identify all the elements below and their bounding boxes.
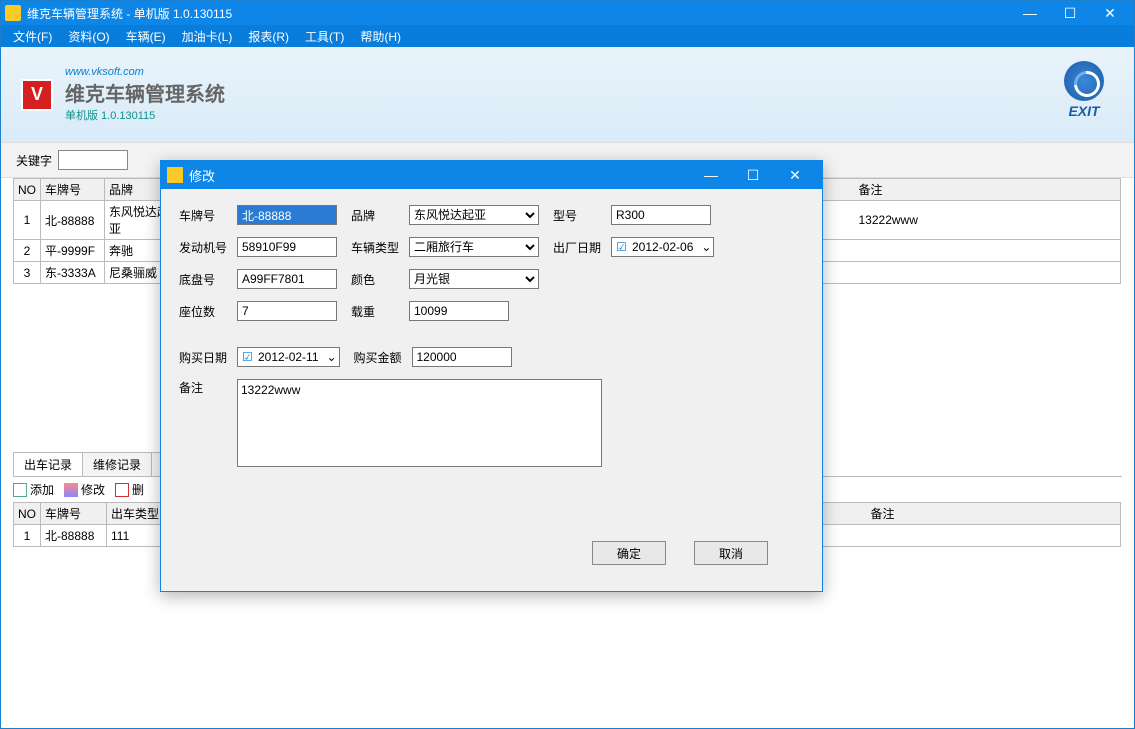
menu-help[interactable]: 帮助(H) [352, 26, 409, 47]
menubar: 文件(F) 资料(O) 车辆(E) 加油卡(L) 报表(R) 工具(T) 帮助(… [1, 25, 1134, 47]
window-title: 维克车辆管理系统 - 单机版 1.0.130115 [27, 5, 1010, 22]
label-vtype: 车辆类型 [351, 239, 409, 256]
close-button[interactable]: ✕ [1090, 1, 1130, 25]
label-mfgdate: 出厂日期 [553, 239, 611, 256]
brand-select[interactable]: 东风悦达起亚 [409, 205, 539, 225]
seats-input[interactable] [237, 301, 337, 321]
label-buyprice: 购买金额 [354, 349, 412, 366]
check-icon: ☑ [612, 240, 628, 254]
header-banner: V www.vksoft.com 维克车辆管理系统 单机版 1.0.130115… [1, 47, 1134, 142]
col-plate: 车牌号 [41, 179, 105, 201]
engine-input[interactable] [237, 237, 337, 257]
logo-icon: V [21, 79, 53, 111]
app-title: 维克车辆管理系统 [65, 78, 225, 107]
label-plate: 车牌号 [179, 207, 237, 224]
chassis-input[interactable] [237, 269, 337, 289]
menu-data[interactable]: 资料(O) [60, 26, 117, 47]
plate-input[interactable] [237, 205, 337, 225]
buydate-value: 2012-02-11 [254, 350, 323, 364]
minimize-button[interactable]: — [1010, 1, 1050, 25]
mfgdate-value: 2012-02-06 [628, 240, 697, 254]
exit-label: EXIT [1064, 103, 1104, 119]
dialog-titlebar: 修改 — ☐ ✕ [161, 161, 822, 189]
dialog-close-button[interactable]: ✕ [774, 161, 816, 189]
maximize-button[interactable]: ☐ [1050, 1, 1090, 25]
exit-button[interactable]: EXIT [1064, 61, 1104, 119]
delete-icon [115, 483, 129, 497]
label-model: 型号 [553, 207, 611, 224]
col-no: NO [14, 179, 41, 201]
label-color: 颜色 [351, 271, 409, 288]
keyword-input[interactable] [58, 150, 128, 170]
col-remark: 备注 [855, 179, 1121, 201]
color-select[interactable]: 月光银 [409, 269, 539, 289]
menu-file[interactable]: 文件(F) [5, 26, 60, 47]
exit-icon [1064, 61, 1104, 101]
dialog-minimize-button[interactable]: — [690, 161, 732, 189]
dialog-title: 修改 [189, 166, 690, 185]
dialog-icon [167, 167, 183, 183]
menu-fuelcard[interactable]: 加油卡(L) [174, 26, 241, 47]
label-buydate: 购买日期 [179, 349, 237, 366]
dialog-maximize-button[interactable]: ☐ [732, 161, 774, 189]
vtype-select[interactable]: 二厢旅行车 [409, 237, 539, 257]
col2-remark: 备注 [867, 503, 1121, 525]
tab-repair[interactable]: 维修记录 [82, 452, 152, 476]
edit-icon [64, 483, 78, 497]
tab-dispatch[interactable]: 出车记录 [13, 452, 83, 476]
label-remark: 备注 [179, 379, 237, 396]
buyprice-input[interactable] [412, 347, 512, 367]
remark-textarea[interactable] [237, 379, 602, 467]
mfgdate-picker[interactable]: ☑ 2012-02-06 ⌄ [611, 237, 714, 257]
label-brand: 品牌 [351, 207, 409, 224]
label-seats: 座位数 [179, 303, 237, 320]
vendor-url: www.vksoft.com [65, 66, 225, 78]
chevron-down-icon: ⌄ [697, 240, 713, 254]
menu-report[interactable]: 报表(R) [240, 26, 297, 47]
add-icon [13, 483, 27, 497]
label-load: 载重 [351, 303, 409, 320]
edit-dialog: 修改 — ☐ ✕ 车牌号 品牌 东风悦达起亚 型号 发动机号 车辆类型 二厢旅行… [160, 160, 823, 592]
delete-button[interactable]: 删 [115, 481, 144, 498]
main-titlebar: 维克车辆管理系统 - 单机版 1.0.130115 — ☐ ✕ [1, 1, 1134, 25]
edit-button[interactable]: 修改 [64, 481, 105, 498]
load-input[interactable] [409, 301, 509, 321]
buydate-picker[interactable]: ☑ 2012-02-11 ⌄ [237, 347, 340, 367]
chevron-down-icon: ⌄ [323, 350, 339, 364]
col2-no: NO [14, 503, 41, 525]
col2-plate: 车牌号 [41, 503, 107, 525]
label-chassis: 底盘号 [179, 271, 237, 288]
label-engine: 发动机号 [179, 239, 237, 256]
menu-vehicle[interactable]: 车辆(E) [118, 26, 174, 47]
keyword-label: 关键字 [16, 152, 52, 169]
app-version: 单机版 1.0.130115 [65, 107, 225, 123]
menu-tools[interactable]: 工具(T) [297, 26, 352, 47]
check-icon: ☑ [238, 350, 254, 364]
ok-button[interactable]: 确定 [592, 541, 666, 565]
model-input[interactable] [611, 205, 711, 225]
col2-type: 出车类型 [107, 503, 167, 525]
cancel-button[interactable]: 取消 [694, 541, 768, 565]
add-button[interactable]: 添加 [13, 481, 54, 498]
app-icon [5, 5, 21, 21]
